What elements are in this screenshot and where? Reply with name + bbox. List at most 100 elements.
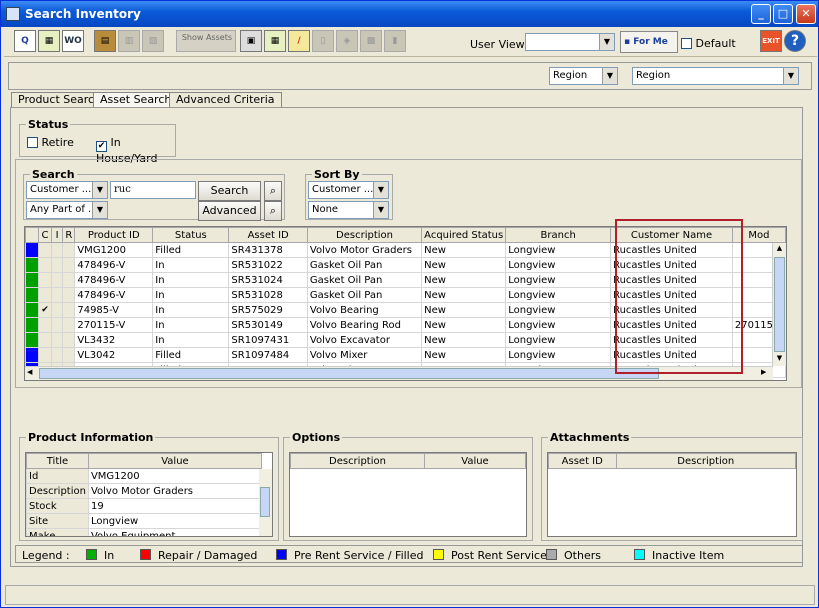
package-icon[interactable]: ▩ xyxy=(360,30,382,52)
r-checkbox[interactable] xyxy=(62,272,76,288)
table-vertical-scrollbar[interactable]: ▲ ▼ xyxy=(772,243,786,366)
table-row[interactable]: Id VMG1200 xyxy=(26,468,262,484)
rent-icon[interactable]: ▦ xyxy=(38,30,60,52)
column-header[interactable]: R xyxy=(62,227,76,243)
search-field-select[interactable]: Customer ... ▼ xyxy=(26,181,108,199)
c-checkbox[interactable] xyxy=(38,347,52,363)
match-type-select[interactable]: Any Part of ... ▼ xyxy=(26,201,108,219)
edit-pencil-icon[interactable]: / xyxy=(288,30,310,52)
table-row[interactable]: Description Volvo Motor Graders xyxy=(26,483,262,499)
i-checkbox[interactable] xyxy=(50,347,64,363)
r-checkbox[interactable] xyxy=(62,317,76,333)
options-table[interactable]: Description Value xyxy=(289,452,527,537)
i-checkbox[interactable] xyxy=(50,242,64,258)
sort-second-select[interactable]: None ▼ xyxy=(308,201,389,219)
column-header[interactable]: Description xyxy=(306,227,423,243)
product-info-scrollbar[interactable] xyxy=(259,469,272,536)
i-checkbox[interactable] xyxy=(50,317,64,333)
search-icon[interactable]: ⌕ xyxy=(264,181,282,201)
r-checkbox[interactable] xyxy=(62,332,76,348)
column-header[interactable]: Status xyxy=(152,227,230,243)
column-header[interactable]: Description xyxy=(615,453,797,469)
r-checkbox[interactable] xyxy=(62,257,76,273)
column-header[interactable]: Asset ID xyxy=(548,453,617,469)
column-header[interactable]: Branch xyxy=(505,227,612,243)
table-row[interactable]: Site Longview xyxy=(26,513,262,529)
c-checkbox[interactable] xyxy=(38,272,52,288)
i-checkbox[interactable] xyxy=(50,302,64,318)
region-select-2[interactable]: Region ▼ xyxy=(632,67,799,85)
column-header[interactable]: I xyxy=(50,227,64,243)
table-row[interactable]: Make Volvo Equipment xyxy=(26,528,262,536)
table-row[interactable]: Stock 19 xyxy=(26,498,262,514)
horizontal-scroll-thumb[interactable] xyxy=(39,368,659,379)
tab-advanced-criteria[interactable]: Advanced Criteria xyxy=(169,92,282,108)
help-icon: ? xyxy=(790,33,800,49)
i-checkbox[interactable] xyxy=(50,332,64,348)
column-header[interactable] xyxy=(25,227,40,243)
for-me-button[interactable]: ▪ For Me xyxy=(620,31,678,53)
clipboard-icon[interactable]: ▤ xyxy=(94,30,116,52)
document-icon[interactable]: ▯ xyxy=(312,30,334,52)
asset-list-icon[interactable]: ▧ xyxy=(142,30,164,52)
region-select-1[interactable]: Region ▼ xyxy=(549,67,618,85)
spreadsheet-icon[interactable]: ▦ xyxy=(264,30,286,52)
exit-button[interactable]: EXIT xyxy=(760,30,782,52)
c-checkbox[interactable] xyxy=(38,287,52,303)
default-checkbox[interactable]: Default xyxy=(681,37,736,50)
user-view-select[interactable]: ▼ xyxy=(525,33,615,51)
c-checkbox[interactable] xyxy=(38,332,52,348)
c-checkbox[interactable] xyxy=(38,257,52,273)
column-header[interactable]: Title xyxy=(26,453,89,469)
scroll-up-icon[interactable]: ▲ xyxy=(774,244,785,254)
scroll-left-icon[interactable]: ◀ xyxy=(27,368,37,376)
r-checkbox[interactable] xyxy=(62,287,76,303)
acquired-status-cell: New xyxy=(421,257,507,273)
asset-book-icon[interactable]: ▥ xyxy=(118,30,140,52)
i-checkbox[interactable] xyxy=(50,257,64,273)
book-icon[interactable]: ▮ xyxy=(384,30,406,52)
product-info-scroll-thumb[interactable] xyxy=(260,487,270,517)
advanced-search-icon[interactable]: ⌕ xyxy=(264,201,282,221)
attachments-table[interactable]: Asset ID Description xyxy=(547,452,797,537)
inhouse-check[interactable]: ✔ xyxy=(96,141,107,152)
c-checkbox[interactable] xyxy=(38,242,52,258)
r-checkbox[interactable] xyxy=(62,242,76,258)
scroll-down-icon[interactable]: ▼ xyxy=(774,354,785,364)
stamp-icon[interactable]: ◈ xyxy=(336,30,358,52)
show-assets-button[interactable]: Show Assets xyxy=(176,30,236,52)
column-header[interactable]: Product ID xyxy=(74,227,154,243)
vertical-scroll-thumb[interactable] xyxy=(774,257,785,352)
retire-checkbox[interactable]: Retire xyxy=(27,136,74,149)
column-header[interactable]: C xyxy=(38,227,52,243)
scroll-right-icon[interactable]: ▶ xyxy=(761,368,771,376)
title-bar[interactable]: Search Inventory _ □ ✕ xyxy=(1,1,818,27)
work-order-icon[interactable]: WO xyxy=(62,30,84,52)
status-cell: Filled xyxy=(152,347,230,363)
default-check[interactable] xyxy=(681,38,692,49)
search-button[interactable]: Search xyxy=(198,181,261,201)
close-button[interactable]: ✕ xyxy=(796,4,816,24)
retire-check[interactable] xyxy=(27,137,38,148)
r-checkbox[interactable] xyxy=(62,302,76,318)
c-checkbox[interactable] xyxy=(38,317,52,333)
column-header[interactable]: Value xyxy=(87,453,262,469)
column-header[interactable]: Value xyxy=(423,453,527,469)
info-title-cell: Site xyxy=(26,513,89,529)
asset-details-icon[interactable]: ▣ xyxy=(240,30,262,52)
i-checkbox[interactable] xyxy=(50,272,64,288)
minimize-button[interactable]: _ xyxy=(751,4,771,24)
maximize-button[interactable]: □ xyxy=(773,4,793,24)
search-input[interactable]: ruc xyxy=(110,181,196,199)
c-checkbox[interactable]: ✔ xyxy=(38,302,52,318)
sort-first-select[interactable]: Customer ... ▼ xyxy=(308,181,389,199)
help-button[interactable]: ? xyxy=(784,30,806,52)
column-header[interactable]: Asset ID xyxy=(228,227,308,243)
column-header[interactable]: Description xyxy=(290,453,425,469)
column-header[interactable]: Acquired Status xyxy=(421,227,507,243)
product-information-table[interactable]: Title Value Id VMG1200 Description Volvo Mot… xyxy=(25,452,273,537)
r-checkbox[interactable] xyxy=(62,347,76,363)
i-checkbox[interactable] xyxy=(50,287,64,303)
quote-icon[interactable]: Q xyxy=(14,30,36,52)
advanced-button[interactable]: Advanced xyxy=(198,201,261,221)
